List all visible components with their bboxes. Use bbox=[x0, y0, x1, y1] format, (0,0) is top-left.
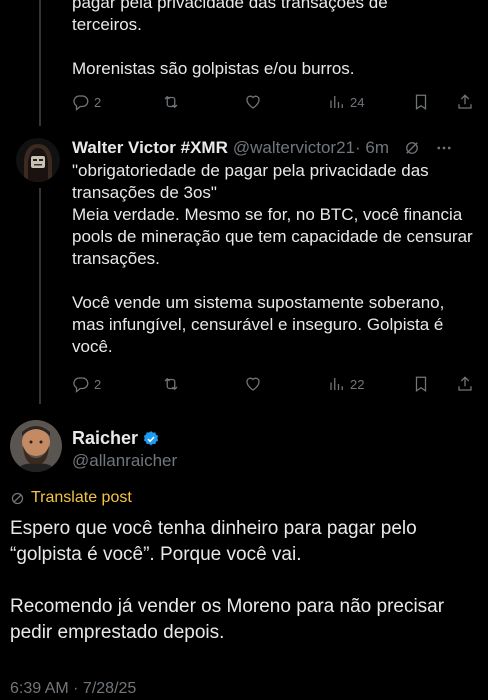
avatar-raicher[interactable] bbox=[10, 420, 62, 472]
share-icon bbox=[458, 376, 472, 391]
reply-count: 2 bbox=[94, 94, 102, 110]
tweet-1-text: pagar pela privacidade das transações de… bbox=[72, 0, 472, 80]
tweet-3-text: Espero que você tenha dinheiro para paga… bbox=[10, 516, 480, 646]
grok-icon bbox=[406, 142, 418, 154]
translate-label: Translate post bbox=[31, 489, 132, 506]
reply-button[interactable]: 2 bbox=[72, 375, 101, 393]
avatar-walter-victor[interactable] bbox=[16, 138, 60, 182]
views-count: 24 bbox=[350, 94, 365, 110]
post-timestamp[interactable]: 6:39 AM · 7/28/25 bbox=[10, 680, 136, 698]
tweet-2-para-1: "obrigatoriedade de pagar pela privacida… bbox=[72, 161, 429, 202]
tweet-3-para-1: Espero que você tenha dinheiro para paga… bbox=[10, 518, 417, 565]
tweet-1-actions: 2 24 bbox=[72, 90, 476, 114]
more-button[interactable] bbox=[435, 139, 453, 157]
user-handle[interactable]: @allanraicher bbox=[72, 451, 177, 471]
bookmark-button[interactable] bbox=[412, 93, 430, 111]
translate-icon bbox=[11, 492, 24, 504]
retweet-button[interactable] bbox=[162, 375, 180, 393]
reply-button[interactable]: 2 bbox=[72, 93, 101, 111]
timestamp[interactable]: · 6m bbox=[355, 138, 389, 158]
like-icon bbox=[246, 377, 260, 391]
share-icon bbox=[458, 94, 472, 109]
views-button[interactable]: 22 bbox=[328, 375, 364, 393]
tweet-2-para-2: Meia verdade. Mesmo se for, no BTC, você… bbox=[72, 205, 473, 268]
verified-icon bbox=[143, 430, 159, 445]
reply-icon bbox=[73, 377, 89, 393]
tweet-1-line-3: Morenistas são golpistas e/ou burros. bbox=[72, 59, 355, 78]
tweet-2-header: Walter Victor #XMR @waltervictor21 · 6m bbox=[72, 138, 482, 158]
share-button[interactable] bbox=[456, 375, 474, 393]
views-icon bbox=[330, 378, 343, 390]
tweet-1-line-1: pagar pela privacidade das transações de bbox=[72, 0, 388, 12]
thread-line-top bbox=[39, 0, 41, 126]
like-icon bbox=[246, 95, 260, 109]
translate-post-link[interactable]: Translate post bbox=[10, 489, 132, 507]
views-button[interactable]: 24 bbox=[328, 93, 364, 111]
views-icon bbox=[330, 96, 343, 108]
retweet-button[interactable] bbox=[162, 93, 180, 111]
user-handle[interactable]: @waltervictor21 bbox=[233, 138, 355, 158]
tweet-2-text: "obrigatoriedade de pagar pela privacida… bbox=[72, 160, 476, 358]
reply-count: 2 bbox=[94, 376, 102, 392]
tweet-2-actions: 2 22 bbox=[72, 372, 476, 396]
tweet-3-para-2: Recomendo já vender os Moreno para não p… bbox=[10, 596, 445, 643]
tweet-2-para-3: Você vende um sistema supostamente sober… bbox=[72, 293, 445, 356]
display-name-text: Raicher bbox=[72, 428, 139, 448]
bookmark-button[interactable] bbox=[412, 375, 430, 393]
reply-icon bbox=[73, 95, 89, 111]
more-icon bbox=[437, 146, 451, 150]
share-button[interactable] bbox=[456, 93, 474, 111]
thread-line-middle bbox=[39, 188, 41, 404]
bookmark-icon bbox=[415, 376, 427, 392]
like-button[interactable] bbox=[244, 375, 262, 393]
tweet-1-line-2: terceiros. bbox=[72, 15, 142, 34]
display-name[interactable]: Raicher bbox=[72, 428, 160, 449]
views-count: 22 bbox=[350, 376, 365, 392]
bookmark-icon bbox=[415, 94, 427, 110]
display-name[interactable]: Walter Victor #XMR bbox=[72, 138, 228, 158]
like-button[interactable] bbox=[244, 93, 262, 111]
retweet-icon bbox=[164, 377, 178, 391]
grok-button[interactable] bbox=[403, 139, 421, 157]
retweet-icon bbox=[164, 95, 178, 109]
